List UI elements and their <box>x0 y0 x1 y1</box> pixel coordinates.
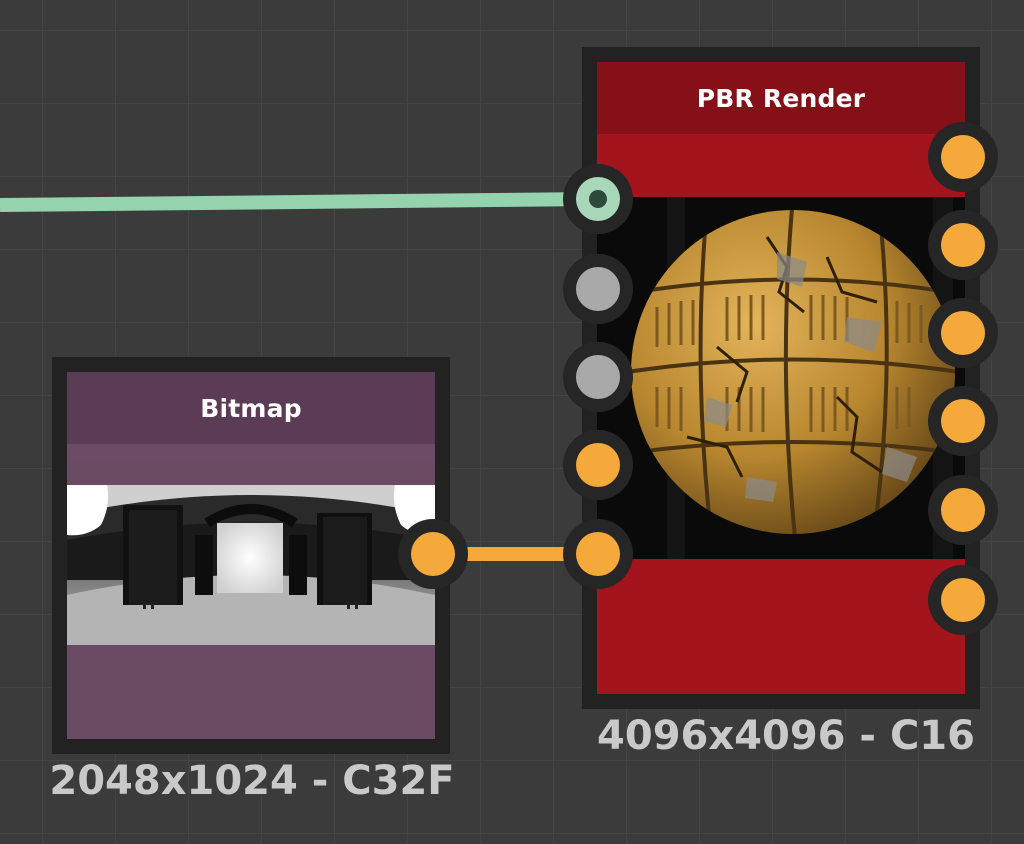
pbr-render-node[interactable]: PBR Render <box>582 47 980 709</box>
pbr-output-port-5[interactable] <box>928 475 998 545</box>
bitmap-node-resolution-label: 2048x1024 - C32F <box>49 758 455 804</box>
pbr-output-port-2[interactable] <box>928 210 998 280</box>
pbr-output-port-4[interactable] <box>928 386 998 456</box>
pbr-input-port-4-fill <box>576 443 620 487</box>
pbr-input-port-4[interactable] <box>563 430 633 500</box>
pbr-output-port-1-fill <box>941 135 985 179</box>
pbr-output-port-3[interactable] <box>928 298 998 368</box>
pbr-output-port-5-fill <box>941 488 985 532</box>
bitmap-node[interactable]: Bitmap <box>52 357 450 754</box>
bitmap-node-title: Bitmap <box>67 372 435 444</box>
pbr-input-port-2[interactable] <box>563 254 633 324</box>
pbr-input-port-2-fill <box>576 267 620 311</box>
wire-green-to-pbr-input[interactable] <box>0 192 599 212</box>
bitmap-output-port[interactable] <box>398 519 468 589</box>
pbr-output-port-6-fill <box>941 578 985 622</box>
bitmap-node-body: Bitmap <box>67 372 435 739</box>
node-graph-canvas[interactable]: Bitmap 2048x1024 - C32F PBR Render 4096x… <box>0 0 1024 844</box>
pbr-input-port-5-fill <box>576 532 620 576</box>
pbr-input-port-5[interactable] <box>563 519 633 589</box>
pbr-output-port-1[interactable] <box>928 122 998 192</box>
pbr-render-node-title: PBR Render <box>597 62 965 134</box>
pbr-output-port-6[interactable] <box>928 565 998 635</box>
hdri-environment-thumbnail <box>67 485 435 645</box>
pbr-render-node-body: PBR Render <box>597 62 965 694</box>
pbr-output-port-2-fill <box>941 223 985 267</box>
pbr-output-port-3-fill <box>941 311 985 355</box>
pbr-input-port-3[interactable] <box>563 342 633 412</box>
pbr-output-port-4-fill <box>941 399 985 443</box>
connected-socket-icon <box>589 190 607 208</box>
material-sphere-thumbnail <box>597 197 965 559</box>
pbr-render-node-resolution-label: 4096x4096 - C16 <box>597 713 975 759</box>
bitmap-output-port-fill <box>411 532 455 576</box>
pbr-input-port-3-fill <box>576 355 620 399</box>
bitmap-node-subheader <box>67 444 435 462</box>
pbr-input-port-1[interactable] <box>563 164 633 234</box>
